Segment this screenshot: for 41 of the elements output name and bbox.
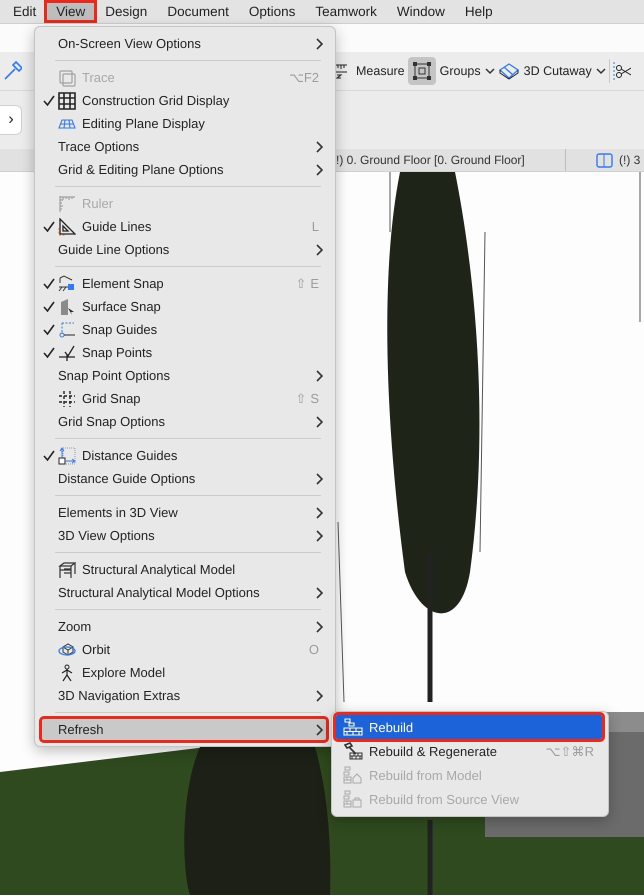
menu-item[interactable]: Rebuild & Regenerate ⌥⇧⌘R — [336, 739, 602, 763]
menu-title[interactable]: Design — [95, 2, 158, 21]
menu-item[interactable]: Elements in 3D View — [41, 501, 327, 524]
menu-item[interactable]: Snap Point Options — [41, 364, 327, 387]
menu-item[interactable]: Element Snap ⇧ E — [41, 272, 327, 295]
menu-title[interactable]: Window — [386, 2, 455, 21]
view-tab[interactable]: !) 0. Ground Floor [0. Ground Floor] — [336, 153, 525, 167]
menu-title[interactable]: Options — [238, 2, 306, 21]
menu-item[interactable]: Snap Guides — [41, 318, 327, 341]
menu-item[interactable]: 3D Navigation Extras — [41, 684, 327, 707]
menu-item[interactable]: 3D View Options — [41, 524, 327, 547]
menu-item[interactable]: Distance Guides — [41, 444, 327, 467]
menu-item[interactable]: Trace Options — [41, 135, 327, 158]
menu-item[interactable]: Guide Line Options — [41, 238, 327, 261]
menu-title[interactable]: View — [46, 2, 96, 21]
menu-title[interactable]: Teamwork — [305, 2, 387, 21]
menu-item[interactable]: Grid Snap Options — [41, 410, 327, 433]
menu-item[interactable]: Snap Points — [41, 341, 327, 364]
toolbar-label[interactable]: Measure — [356, 64, 405, 78]
menu-title[interactable]: Edit — [3, 2, 46, 21]
menu-item[interactable]: Orbit O — [41, 638, 327, 661]
menu-title[interactable]: Document — [157, 2, 239, 21]
menu-item[interactable]: Zoom — [41, 615, 327, 638]
menu-item[interactable]: Construction Grid Display — [41, 89, 327, 112]
menu-item[interactable]: Distance Guide Options — [41, 467, 327, 490]
menu-item[interactable]: Grid & Editing Plane Options — [41, 158, 327, 181]
menu-item[interactable]: Guide Lines L — [41, 215, 327, 238]
menu-title[interactable]: Help — [454, 2, 503, 21]
menu-item[interactable]: Structural Analytical Model — [41, 558, 327, 581]
menu-item[interactable]: Rebuild — [336, 715, 602, 739]
menu-item[interactable]: Structural Analytical Model Options — [41, 581, 327, 604]
menu-item[interactable]: Editing Plane Display — [41, 112, 327, 135]
view-tab[interactable]: (!) 3 — [619, 153, 640, 167]
menu-item[interactable]: Grid Snap ⇧ S — [41, 387, 327, 410]
menu-item[interactable]: Surface Snap — [41, 295, 327, 318]
menu-item[interactable]: Refresh — [41, 718, 327, 741]
toolbar-label[interactable]: Groups — [440, 64, 481, 78]
toolbar-label[interactable]: 3D Cutaway — [524, 64, 592, 78]
menu-item[interactable]: On-Screen View Options — [41, 32, 327, 55]
menu-item[interactable]: Explore Model — [41, 661, 327, 684]
forward-button[interactable]: › — [0, 105, 22, 135]
